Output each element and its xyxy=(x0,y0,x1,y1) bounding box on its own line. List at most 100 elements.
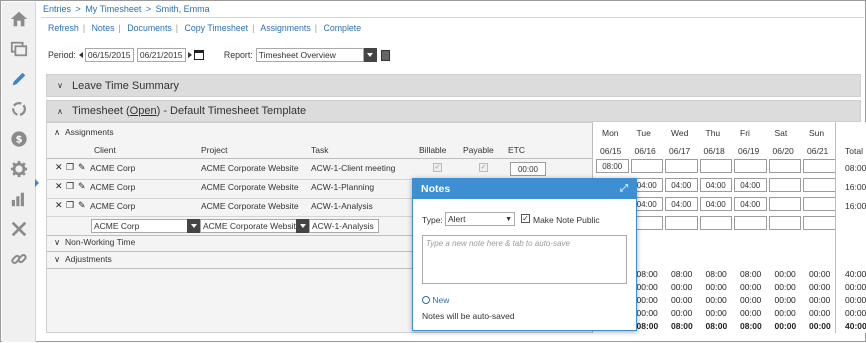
timesheet-status-link[interactable]: Open xyxy=(130,105,157,117)
summary-cell: 00:00 xyxy=(671,295,693,305)
hours-input[interactable]: 04:00 xyxy=(699,197,732,211)
hours-input[interactable] xyxy=(734,216,767,230)
hours-input[interactable]: 04:00 xyxy=(665,197,698,211)
copy-timesheet-link[interactable]: Copy Timesheet xyxy=(185,23,249,33)
adjustments-toggle[interactable]: ∨ Adjustments xyxy=(54,254,112,265)
chevron-down-icon[interactable] xyxy=(296,219,309,233)
hours-input[interactable]: 04:00 xyxy=(699,178,732,192)
hours-input[interactable] xyxy=(768,216,801,230)
notes-link[interactable]: Notes xyxy=(92,23,115,33)
svg-text:$: $ xyxy=(16,135,23,146)
summary-cell: 00:00 xyxy=(636,308,658,318)
copy-icon[interactable]: ❐ xyxy=(66,162,74,173)
col-task: Task xyxy=(311,145,329,155)
etc-input[interactable]: 00:00 xyxy=(510,162,546,176)
row-project: ACME Corporate Website xyxy=(201,182,299,192)
close-icon[interactable]: ⤢ xyxy=(620,183,628,194)
refresh-link[interactable]: Refresh xyxy=(48,23,79,33)
period-bar: Period: 06/15/2015 06/21/2015 Report: Ti… xyxy=(48,48,390,62)
row-project: ACME Corporate Website xyxy=(201,201,299,211)
assignments-link[interactable]: Assignments xyxy=(260,23,310,33)
day-name: Wed xyxy=(671,128,689,138)
hours-input[interactable] xyxy=(768,178,801,192)
hours-input[interactable]: 04:00 xyxy=(734,178,767,192)
new-client-select[interactable]: ACME Corp xyxy=(91,219,188,233)
hours-input[interactable] xyxy=(803,216,836,230)
hours-input[interactable] xyxy=(665,159,698,173)
summary-cell: 00:00 xyxy=(636,282,658,292)
gear-icon[interactable] xyxy=(9,159,29,179)
summary-cell: 00:00 xyxy=(705,308,727,318)
hours-input[interactable] xyxy=(734,159,767,173)
timesheet-header[interactable]: ∧ Timesheet (Open) - Default Timesheet T… xyxy=(46,100,861,122)
calendar-icon[interactable] xyxy=(193,50,204,60)
assignments-toggle[interactable]: ∧ Assignments xyxy=(54,127,114,138)
hours-input[interactable] xyxy=(699,216,732,230)
home-icon[interactable] xyxy=(9,9,29,29)
copy-icon[interactable]: ❐ xyxy=(66,181,74,192)
breadcrumb-root[interactable]: Entries xyxy=(43,4,71,14)
col-total: Total xyxy=(845,146,863,156)
non-working-toggle[interactable]: ∨ Non-Working Time xyxy=(54,237,135,248)
row-total: 16:00 xyxy=(845,201,866,211)
summary-cell: 00:00 xyxy=(774,321,797,331)
col-billable: Billable xyxy=(419,145,447,155)
leave-summary-header[interactable]: ∨ Leave Time Summary xyxy=(46,74,861,97)
delete-icon[interactable]: ✕ xyxy=(55,200,63,211)
period-start-input[interactable]: 06/15/2015 xyxy=(84,48,134,62)
payable-checkbox[interactable]: ✓ xyxy=(479,163,488,172)
hours-input[interactable]: 04:00 xyxy=(665,178,698,192)
export-icon[interactable] xyxy=(380,49,390,61)
documents-link[interactable]: Documents xyxy=(127,23,172,33)
new-task-select[interactable]: ACW-1-Analysis xyxy=(309,219,379,233)
next-period-icon[interactable] xyxy=(187,52,192,58)
delete-icon[interactable]: ✕ xyxy=(55,181,63,192)
hours-input[interactable]: 08:00 xyxy=(596,159,629,173)
hours-input[interactable] xyxy=(803,159,836,173)
hours-input[interactable] xyxy=(630,159,663,173)
prev-period-icon[interactable] xyxy=(78,52,83,58)
hours-input[interactable] xyxy=(768,197,801,211)
pencil-icon[interactable] xyxy=(9,69,29,89)
public-label: Make Note Public xyxy=(533,215,600,225)
edit-icon[interactable]: ✎ xyxy=(78,181,86,192)
bar-chart-icon[interactable] xyxy=(9,189,29,209)
note-type-select[interactable]: Alert ▼ xyxy=(445,212,515,226)
period-label: Period: xyxy=(48,50,76,60)
hours-input[interactable] xyxy=(699,159,732,173)
link-icon[interactable] xyxy=(9,249,29,269)
hours-input[interactable] xyxy=(768,159,801,173)
chevron-down-icon[interactable] xyxy=(187,219,200,233)
breadcrumb-separator: > xyxy=(145,4,152,14)
note-textarea[interactable]: Type a new note here & tab to auto-save xyxy=(422,235,627,284)
breadcrumb-separator: > xyxy=(75,4,81,14)
new-note-button[interactable]: New xyxy=(422,295,449,305)
hours-input[interactable] xyxy=(665,216,698,230)
edit-icon[interactable]: ✎ xyxy=(78,162,86,173)
tools-icon[interactable] xyxy=(9,219,29,239)
period-end-input[interactable]: 06/21/2015 xyxy=(136,48,186,62)
refresh-icon[interactable] xyxy=(9,99,29,119)
hours-input[interactable] xyxy=(803,178,836,192)
breadcrumb-page[interactable]: My Timesheet xyxy=(85,4,141,14)
summary-cell: 08:00 xyxy=(636,321,659,331)
windows-icon[interactable] xyxy=(9,39,29,59)
copy-icon[interactable]: ❐ xyxy=(66,200,74,211)
row-task: ACW-1-Client meeting xyxy=(311,163,396,173)
hours-input[interactable] xyxy=(803,197,836,211)
breadcrumb-user[interactable]: Smith, Emma xyxy=(156,4,210,14)
report-select[interactable]: Timesheet Overview xyxy=(255,48,364,62)
summary-cell: 00:00 xyxy=(809,282,831,292)
billable-checkbox[interactable]: ✓ xyxy=(433,163,442,172)
dollar-icon[interactable]: $ xyxy=(9,129,29,149)
new-project-select[interactable]: ACME Corporate Websit xyxy=(200,219,297,233)
row-total: 16:00 xyxy=(845,182,866,192)
collapse-icon: ∧ xyxy=(57,106,63,116)
edit-icon[interactable]: ✎ xyxy=(78,200,86,211)
public-checkbox[interactable]: ✓ xyxy=(521,214,530,223)
hours-input[interactable]: 04:00 xyxy=(734,197,767,211)
complete-link[interactable]: Complete xyxy=(323,23,361,33)
chevron-down-icon[interactable] xyxy=(363,48,377,62)
delete-icon[interactable]: ✕ xyxy=(55,162,63,173)
action-links: Refresh | Notes | Documents | Copy Timeshee… xyxy=(48,23,361,33)
